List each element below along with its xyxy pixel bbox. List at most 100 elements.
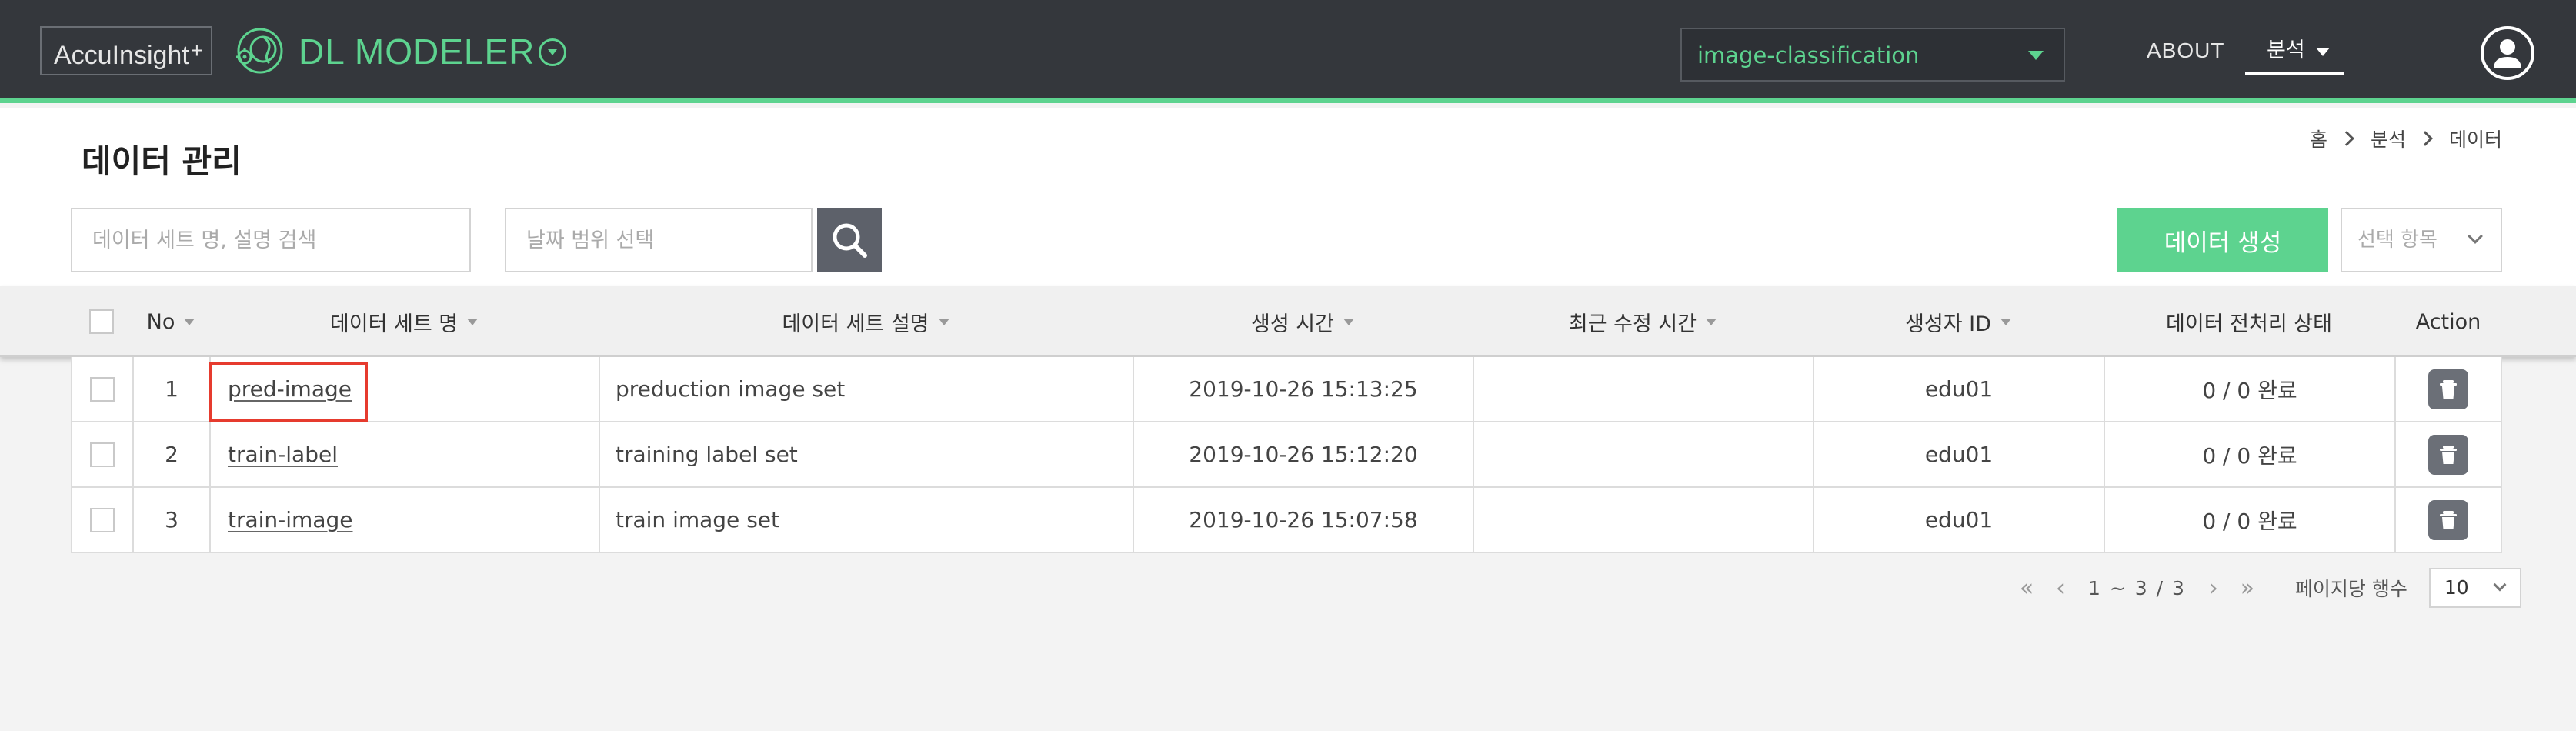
table-body: 1 pred-image preduction image set 2019-1… — [71, 357, 2502, 553]
sort-icon — [184, 318, 195, 325]
brand-logo[interactable]: AccuInsight+ — [40, 26, 212, 75]
select-items-dropdown[interactable]: 선택 항목 — [2341, 208, 2502, 272]
row-status: 0 / 0 완료 — [2105, 422, 2396, 486]
column-modified-label: 최근 수정 시간 — [1568, 312, 1697, 336]
sort-icon — [2000, 318, 2011, 325]
page-info: 1 ~ 3 / 3 — [2088, 576, 2186, 599]
row-select-cell — [72, 422, 134, 486]
trash-icon — [2440, 445, 2457, 464]
caret-down-icon — [2028, 51, 2044, 60]
column-no[interactable]: No — [132, 286, 209, 357]
column-description-label: 데이터 세트 설명 — [782, 312, 929, 336]
user-icon[interactable] — [2481, 26, 2534, 80]
nav-analysis-menu[interactable]: 분석 — [2245, 31, 2344, 75]
row-no: 3 — [134, 488, 211, 552]
rows-per-page-label: 페이지당 행수 — [2294, 578, 2407, 600]
chevron-down-icon — [2493, 578, 2507, 592]
next-page-icon[interactable]: › — [2197, 571, 2231, 605]
column-creator[interactable]: 생성자 ID — [1813, 286, 2104, 357]
column-creator-label: 생성자 ID — [1905, 312, 1991, 336]
row-creator: edu01 — [1814, 422, 2105, 486]
top-navigation-bar: AccuInsight+ DL MODELER image-classifica… — [0, 0, 2576, 103]
sort-icon — [467, 318, 479, 325]
select-items-label: 선택 항목 — [2357, 229, 2438, 252]
pagination: « ‹ 1 ~ 3 / 3 › » 페이지당 행수 10 — [2010, 566, 2521, 609]
sort-icon — [1343, 318, 1354, 325]
chevron-down-icon — [2468, 229, 2483, 244]
nav-analysis-label: 분석 — [2267, 38, 2305, 62]
column-status: 데이터 전처리 상태 — [2104, 286, 2394, 357]
trash-icon — [2440, 379, 2457, 399]
search-input[interactable] — [71, 208, 471, 272]
select-all-cell — [71, 286, 132, 357]
create-data-button[interactable]: 데이터 생성 — [2117, 208, 2328, 272]
breadcrumb-analysis[interactable]: 분석 — [2371, 125, 2406, 152]
row-checkbox[interactable] — [90, 507, 115, 532]
row-checkbox[interactable] — [90, 442, 115, 467]
row-checkbox[interactable] — [90, 376, 115, 402]
table-header: No 데이터 세트 명 데이터 세트 설명 생성 시간 최근 수정 시간 생성자… — [0, 286, 2576, 357]
app-title: DL MODELER — [299, 32, 536, 72]
delete-button[interactable] — [2428, 434, 2468, 475]
rows-per-page-value: 10 — [2444, 576, 2469, 599]
dataset-name-link[interactable]: train-image — [228, 507, 353, 532]
column-modified[interactable]: 최근 수정 시간 — [1473, 286, 1813, 357]
row-action-cell — [2396, 422, 2501, 486]
select-all-checkbox[interactable] — [89, 309, 114, 334]
first-page-icon[interactable]: « — [2010, 571, 2044, 605]
row-action-cell — [2396, 357, 2501, 421]
prev-page-icon[interactable]: ‹ — [2044, 571, 2077, 605]
column-name[interactable]: 데이터 세트 명 — [209, 286, 599, 357]
table-row: 2 train-label training label set 2019-10… — [72, 422, 2501, 488]
row-status: 0 / 0 완료 — [2105, 488, 2396, 552]
table-row: 1 pred-image preduction image set 2019-1… — [72, 357, 2501, 422]
last-page-icon[interactable]: » — [2231, 571, 2264, 605]
project-select-value: image-classification — [1697, 42, 1920, 68]
chevron-right-icon — [2339, 131, 2354, 146]
column-action: Action — [2394, 286, 2502, 357]
row-creator: edu01 — [1814, 488, 2105, 552]
breadcrumb: 홈 분석 데이터 — [2310, 123, 2502, 154]
dl-modeler-logo-icon — [229, 26, 292, 75]
column-action-label: Action — [2415, 309, 2481, 334]
row-description: training label set — [600, 422, 1134, 486]
delete-button[interactable] — [2428, 499, 2468, 540]
row-name-cell: train-label — [211, 422, 600, 486]
rows-per-page-select[interactable]: 10 — [2428, 568, 2521, 608]
column-created[interactable]: 생성 시간 — [1133, 286, 1473, 357]
search-button[interactable] — [817, 208, 882, 272]
sort-icon — [1706, 318, 1717, 325]
dataset-name-link[interactable]: pred-image — [228, 376, 352, 402]
column-status-label: 데이터 전처리 상태 — [2166, 312, 2332, 336]
breadcrumb-home[interactable]: 홈 — [2310, 125, 2327, 152]
column-created-label: 생성 시간 — [1251, 312, 1334, 336]
project-select[interactable]: image-classification — [1680, 28, 2065, 82]
page-title: 데이터 관리 — [82, 142, 242, 180]
nav-about[interactable]: ABOUT — [2147, 34, 2224, 68]
column-name-label: 데이터 세트 명 — [329, 312, 459, 336]
column-no-label: No — [146, 309, 175, 334]
row-created: 2019-10-26 15:13:25 — [1134, 357, 1474, 421]
row-select-cell — [72, 488, 134, 552]
dataset-name-link[interactable]: train-label — [228, 442, 338, 467]
row-no: 2 — [134, 422, 211, 486]
row-modified — [1474, 422, 1814, 486]
row-modified — [1474, 488, 1814, 552]
row-modified — [1474, 357, 1814, 421]
breadcrumb-data: 데이터 — [2448, 129, 2502, 151]
row-status: 0 / 0 완료 — [2105, 357, 2396, 421]
page-header: 데이터 관리 홈 분석 데이터 데이터 생성 선택 항목 — [0, 108, 2576, 286]
caret-down-icon — [2316, 48, 2330, 56]
row-created: 2019-10-26 15:07:58 — [1134, 488, 1474, 552]
date-range-input[interactable] — [505, 208, 813, 272]
row-created: 2019-10-26 15:12:20 — [1134, 422, 1474, 486]
column-description[interactable]: 데이터 세트 설명 — [599, 286, 1133, 357]
row-description: train image set — [600, 488, 1134, 552]
sort-icon — [938, 318, 949, 325]
delete-button[interactable] — [2428, 369, 2468, 409]
brand-name: AccuInsight — [54, 41, 189, 70]
chevron-right-icon — [2418, 131, 2433, 146]
row-no: 1 — [134, 357, 211, 421]
app-menu-dropdown-icon[interactable] — [539, 38, 566, 66]
row-name-cell: train-image — [211, 488, 600, 552]
